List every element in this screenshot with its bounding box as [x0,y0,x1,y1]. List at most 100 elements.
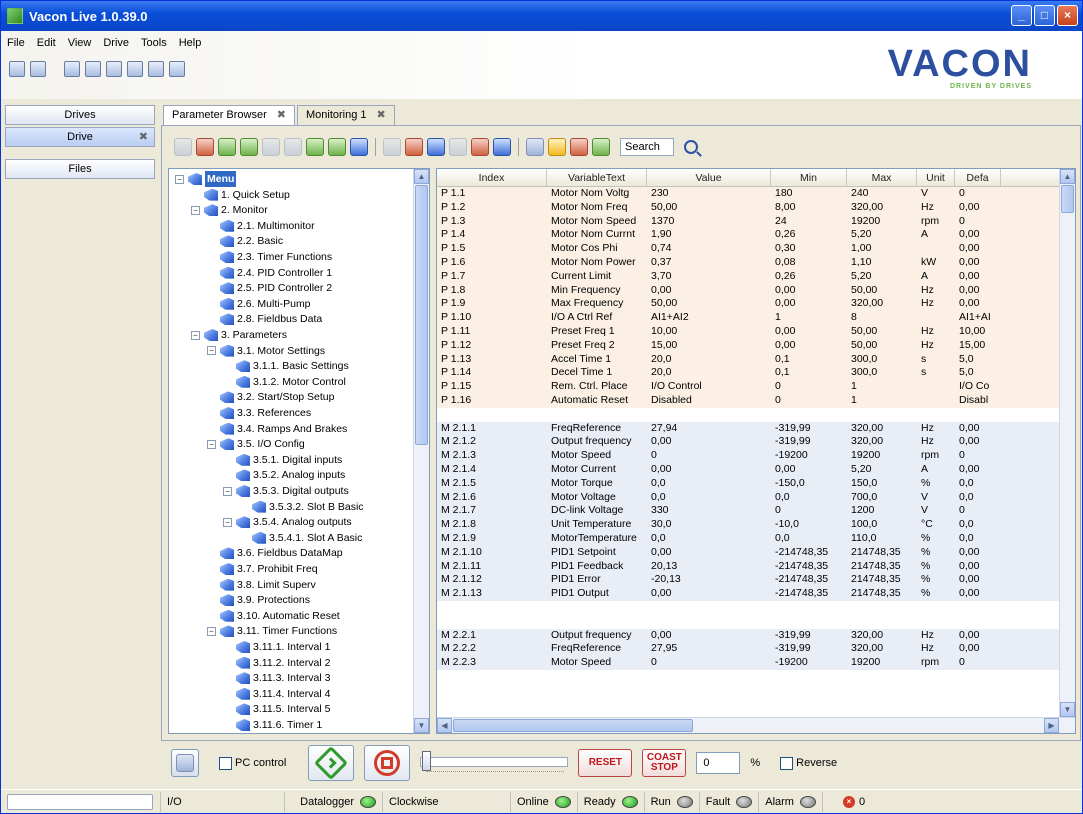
stop-button[interactable] [364,745,411,781]
table-row[interactable]: M 2.1.3 Motor Speed 0 -19200 19200 rpm 0 [437,449,1061,463]
list-red-icon[interactable] [405,138,423,156]
table-cell[interactable]: 0,00 [647,284,771,298]
close-button[interactable]: × [1057,5,1078,26]
tree-node[interactable]: − 2. Monitor [191,202,268,218]
tree-node[interactable]: 2.6. Multi-Pump [220,296,311,312]
tree-node[interactable]: − 3.5.4. Analog outputs [223,514,352,530]
tree-node[interactable]: 3.10. Automatic Reset [220,608,340,624]
menu-file[interactable]: File [7,37,25,49]
tree-node[interactable]: 2.4. PID Controller 1 [220,265,332,281]
tree-node[interactable]: − Menu [175,171,237,187]
trend-icon[interactable] [127,61,143,77]
checkbox[interactable] [780,756,794,770]
tree-node[interactable]: 3.8. Limit Superv [220,577,316,593]
tree-node[interactable]: 3.5.2. Analog inputs [236,467,345,483]
minimize-button[interactable]: _ [1011,5,1032,26]
level-up-icon[interactable] [306,138,324,156]
table-row[interactable]: P 1.16 Automatic Reset Disabled 0 1 Disabl [437,393,1061,408]
menu-view[interactable]: View [68,37,92,49]
table-row[interactable]: M 2.2.3 Motor Speed 0 -19200 19200 rpm 0 [437,656,1061,670]
table-row[interactable]: M 2.1.9 MotorTemperature 0,0 0,0 110,0% 0,0 [437,531,1061,546]
star-icon[interactable] [548,138,566,156]
table-row[interactable]: P 1.6 Motor Nom Power 0,37 0,08 1,10 kW 0,00 [437,255,1061,270]
list-blue-icon[interactable] [427,138,445,156]
tree-node[interactable]: − 3. Parameters [191,327,287,343]
tree-add-icon[interactable] [240,138,258,156]
tree-node[interactable]: 3.11.4. Interval 4 [236,686,330,702]
table-cell[interactable]: 27,94 [647,422,771,436]
column-header[interactable]: Max [847,169,917,186]
tree-node[interactable]: 1. Quick Setup [204,187,290,203]
table-row[interactable] [437,600,1061,615]
table-cell[interactable]: 0,00 [647,546,771,560]
maximize-button[interactable]: □ [1034,5,1055,26]
speed-slider[interactable] [420,749,569,777]
table-cell[interactable]: 1,90 [647,228,771,242]
table-cell[interactable]: 0,0 [647,477,771,491]
table-row[interactable]: P 1.2 Motor Nom Freq 50,00 8,00 320,00 Hz 0,00 [437,200,1061,215]
tree-node[interactable]: 3.5.4.1. Slot A Basic [252,530,362,546]
compare-icon[interactable] [449,138,467,156]
table-row[interactable]: M 2.1.7 DC-link Voltage 330 0 1200 V 0 [437,504,1061,519]
table-row[interactable]: P 1.8 Min Frequency 0,00 0,00 50,00 Hz 0,00 [437,283,1061,298]
table-cell[interactable]: 0,00 [647,463,771,477]
tree-node[interactable]: 3.7. Prohibit Freq [220,561,318,577]
tree-node[interactable]: 3.4. Ramps And Brakes [220,421,347,437]
coast-stop-button[interactable]: COAST STOP [642,749,687,777]
drive-icon[interactable] [64,61,80,77]
drives-button[interactable]: Drives [5,105,155,125]
scroll-down-icon[interactable]: ▼ [1060,702,1075,717]
table-row[interactable] [437,407,1061,422]
level-icon[interactable] [284,138,302,156]
checkbox[interactable] [219,756,232,770]
tree-node[interactable]: 2.5. PID Controller 2 [220,280,332,296]
close-icon[interactable]: ✖ [277,109,286,121]
table-row[interactable]: P 1.4 Motor Nom Currnt 1,90 0,26 5,20 A 0,00 [437,228,1061,243]
scroll-left-icon[interactable]: ◀ [437,718,452,733]
menu-help[interactable]: Help [179,37,202,49]
collapse-icon[interactable]: − [191,205,200,215]
tree-scrollbar[interactable]: ▲ ▼ [413,169,429,733]
tree-node[interactable]: 3.9. Protections [220,592,310,608]
tree-node[interactable]: 2.3. Timer Functions [220,249,332,265]
table-row[interactable]: M 2.1.8 Unit Temperature 30,0 -10,0 100,0 °C 0… [437,518,1061,532]
search-field[interactable]: Search [620,138,674,156]
scroll-up-icon[interactable]: ▲ [1060,169,1075,184]
table-cell[interactable]: AI1+AI2 [647,311,771,325]
collapse-icon[interactable]: − [223,517,232,527]
collapse-icon[interactable]: − [175,174,184,184]
scroll-thumb[interactable] [1061,185,1074,213]
table-cell[interactable]: 0,0 [647,491,771,505]
start-button[interactable] [308,745,355,781]
tool-icon[interactable] [174,138,192,156]
table-cell[interactable]: 0,74 [647,242,771,256]
scroll-thumb[interactable] [415,185,428,445]
tree-node[interactable]: 3.3. References [220,405,311,421]
table-row[interactable]: P 1.1 Motor Nom Voltg 230 180 240 V 0 [437,187,1061,201]
table-row[interactable]: M 2.1.13 PID1 Output 0,00 -214748,35 214748,… [437,587,1061,601]
tree-node[interactable]: 3.2. Start/Stop Setup [220,389,334,405]
tree-node[interactable]: 3.1.1. Basic Settings [236,358,349,374]
table-row[interactable]: P 1.11 Preset Freq 1 10,00 0,00 50,00 Hz 10,00 [437,324,1061,339]
table-cell[interactable]: 20,13 [647,560,771,574]
table-cell[interactable]: 0 [647,656,771,670]
tree-node[interactable]: 3.11.2. Interval 2 [236,655,330,671]
table-cell[interactable]: I/O Control [647,380,771,394]
collapse-icon[interactable]: − [207,439,216,449]
table-cell[interactable]: 0 [647,449,771,463]
column-header[interactable]: Unit [917,169,955,186]
table-cell[interactable]: 0,37 [647,256,771,270]
table-cell[interactable]: 30,0 [647,518,771,532]
tree-node[interactable]: 3.5.3.2. Slot B Basic [252,499,364,515]
table-cell[interactable]: 10,00 [647,325,771,339]
column-header[interactable]: Index [437,169,547,186]
tree-node[interactable]: 3.11.5. Interval 5 [236,701,330,717]
table-cell[interactable]: 50,00 [647,297,771,311]
column-header[interactable]: Value [647,169,771,186]
collapse-icon[interactable]: − [223,486,232,496]
table-row[interactable]: M 2.1.4 Motor Current 0,00 0,00 5,20 A 0,00 [437,462,1061,477]
tree-icon[interactable] [218,138,236,156]
table-row[interactable] [437,614,1061,629]
table-cell[interactable]: 1370 [647,215,771,229]
table-row[interactable]: M 2.1.1 FreqReference 27,94 -319,99 320,00 Hz… [437,421,1061,436]
